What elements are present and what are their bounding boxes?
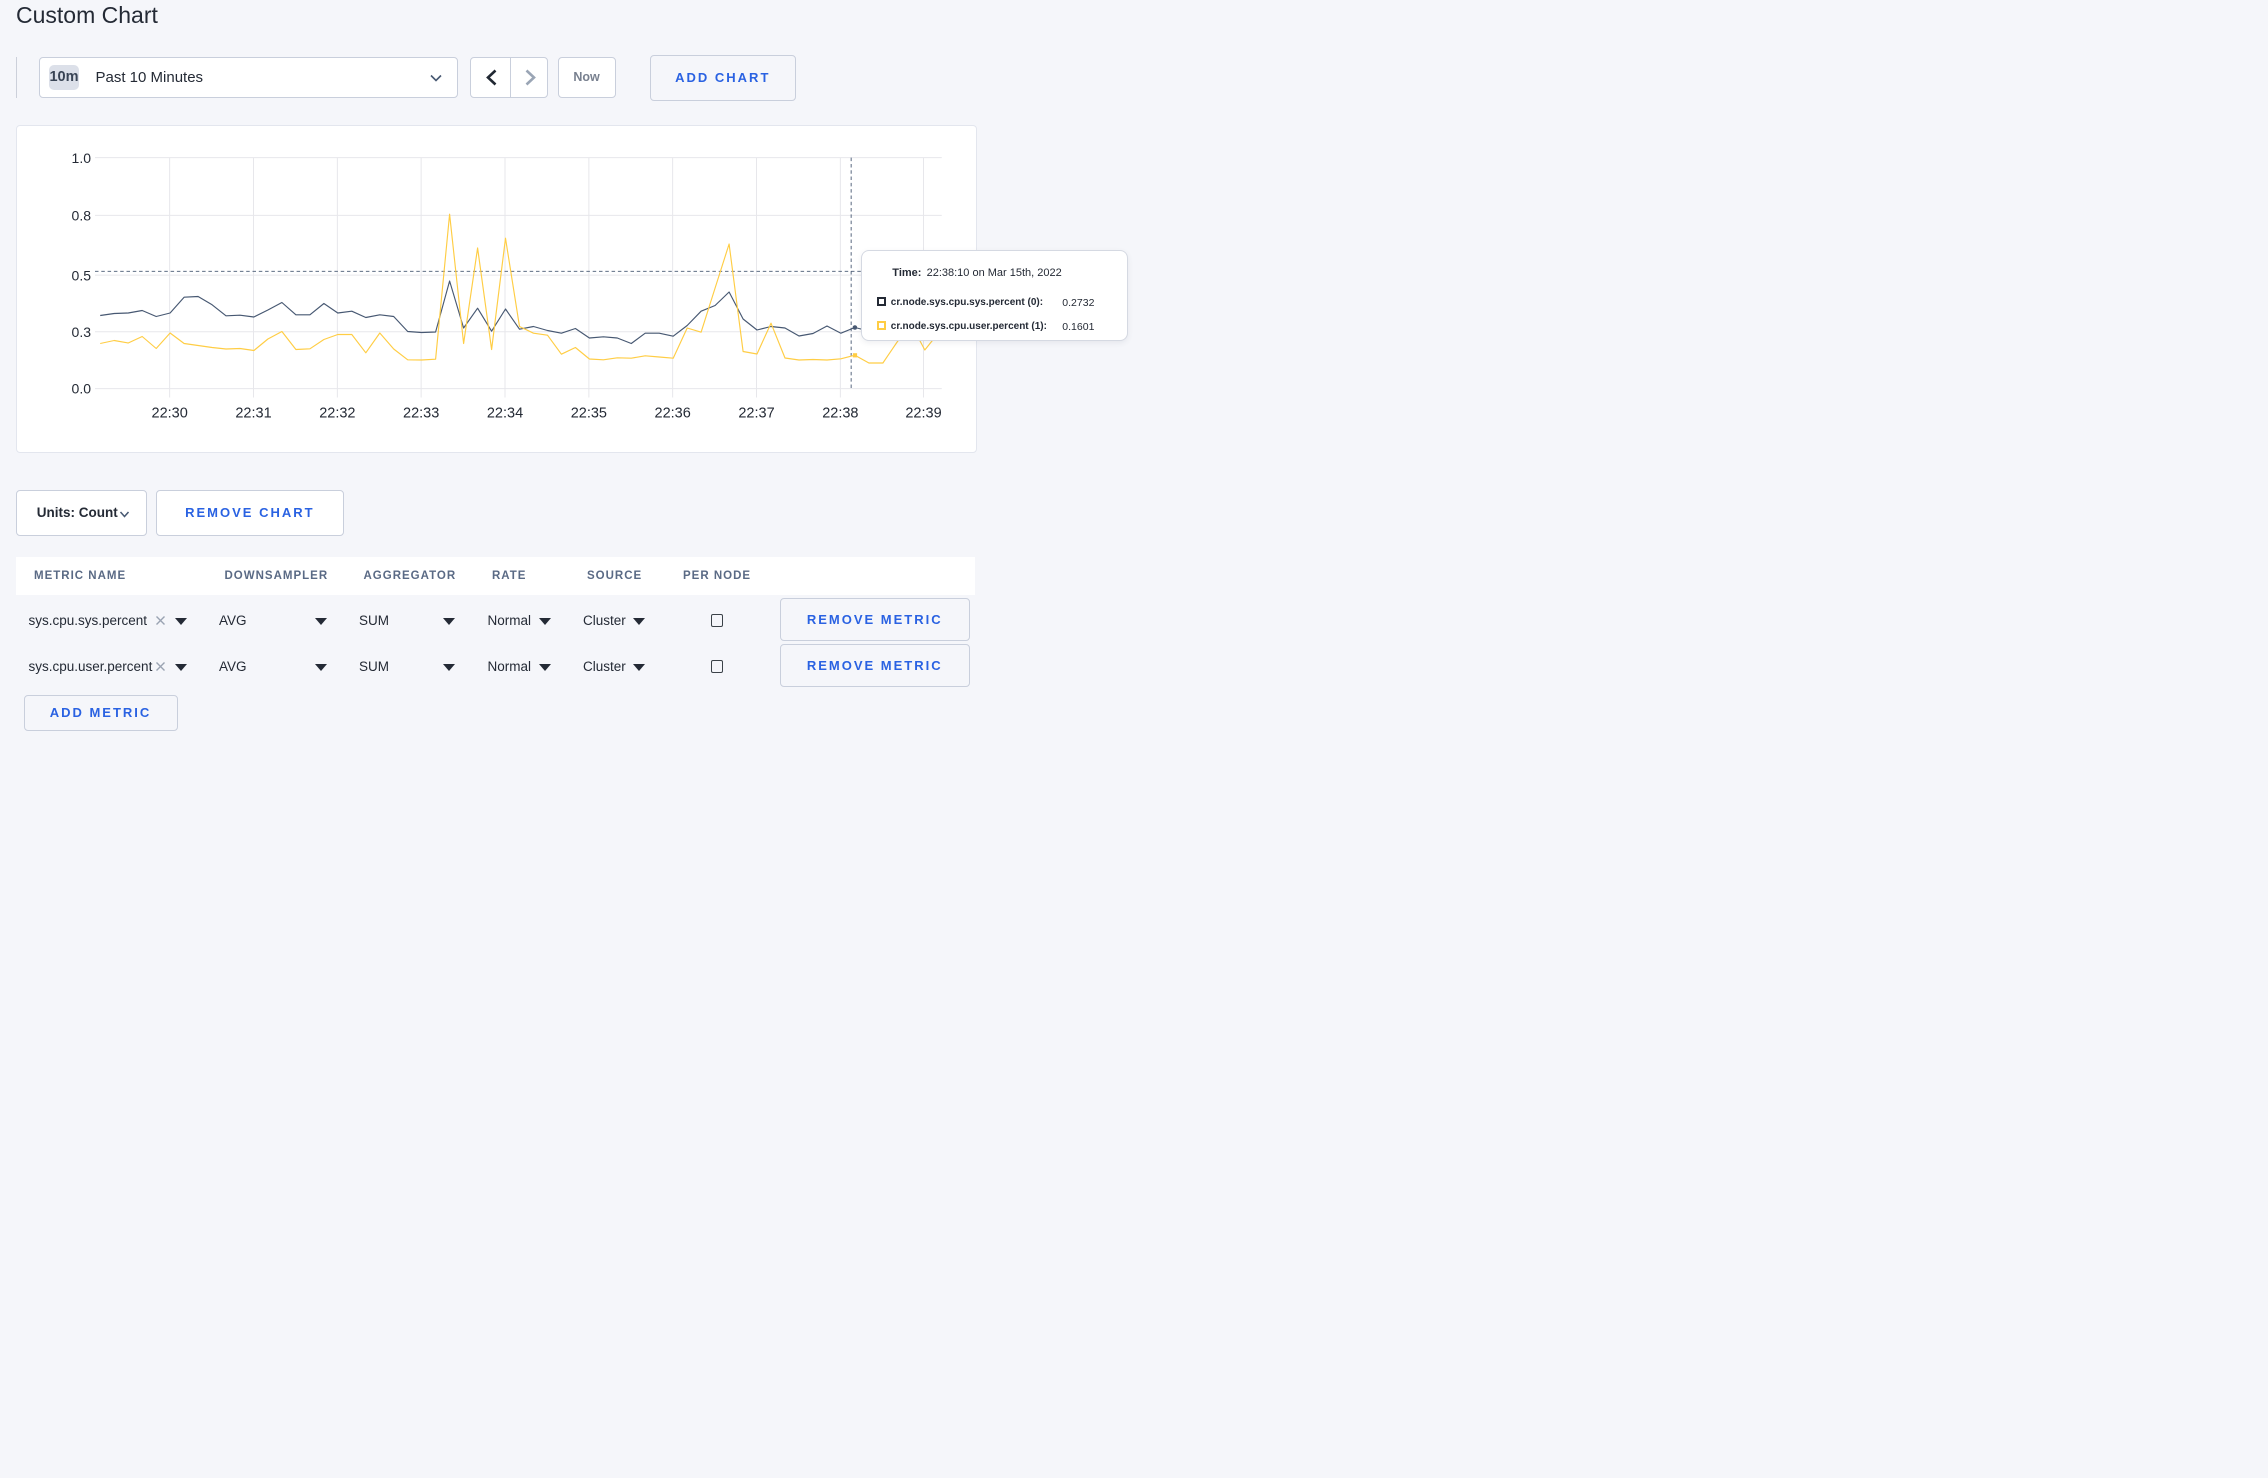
svg-text:22:36: 22:36 <box>655 406 691 422</box>
svg-text:22:34: 22:34 <box>487 406 523 422</box>
svg-text:1.0: 1.0 <box>72 150 92 166</box>
svg-text:22:30: 22:30 <box>152 406 188 422</box>
svg-text:22:38: 22:38 <box>822 406 858 422</box>
svg-text:0.0: 0.0 <box>72 381 92 397</box>
svg-text:0.5: 0.5 <box>72 267 92 283</box>
svg-text:22:39: 22:39 <box>905 406 941 422</box>
svg-text:22:37: 22:37 <box>738 406 774 422</box>
svg-text:22:33: 22:33 <box>403 406 439 422</box>
svg-text:0.8: 0.8 <box>72 208 92 224</box>
svg-text:22:32: 22:32 <box>319 406 355 422</box>
svg-text:22:31: 22:31 <box>235 406 271 422</box>
svg-text:0.3: 0.3 <box>72 324 92 340</box>
svg-text:22:35: 22:35 <box>571 406 607 422</box>
